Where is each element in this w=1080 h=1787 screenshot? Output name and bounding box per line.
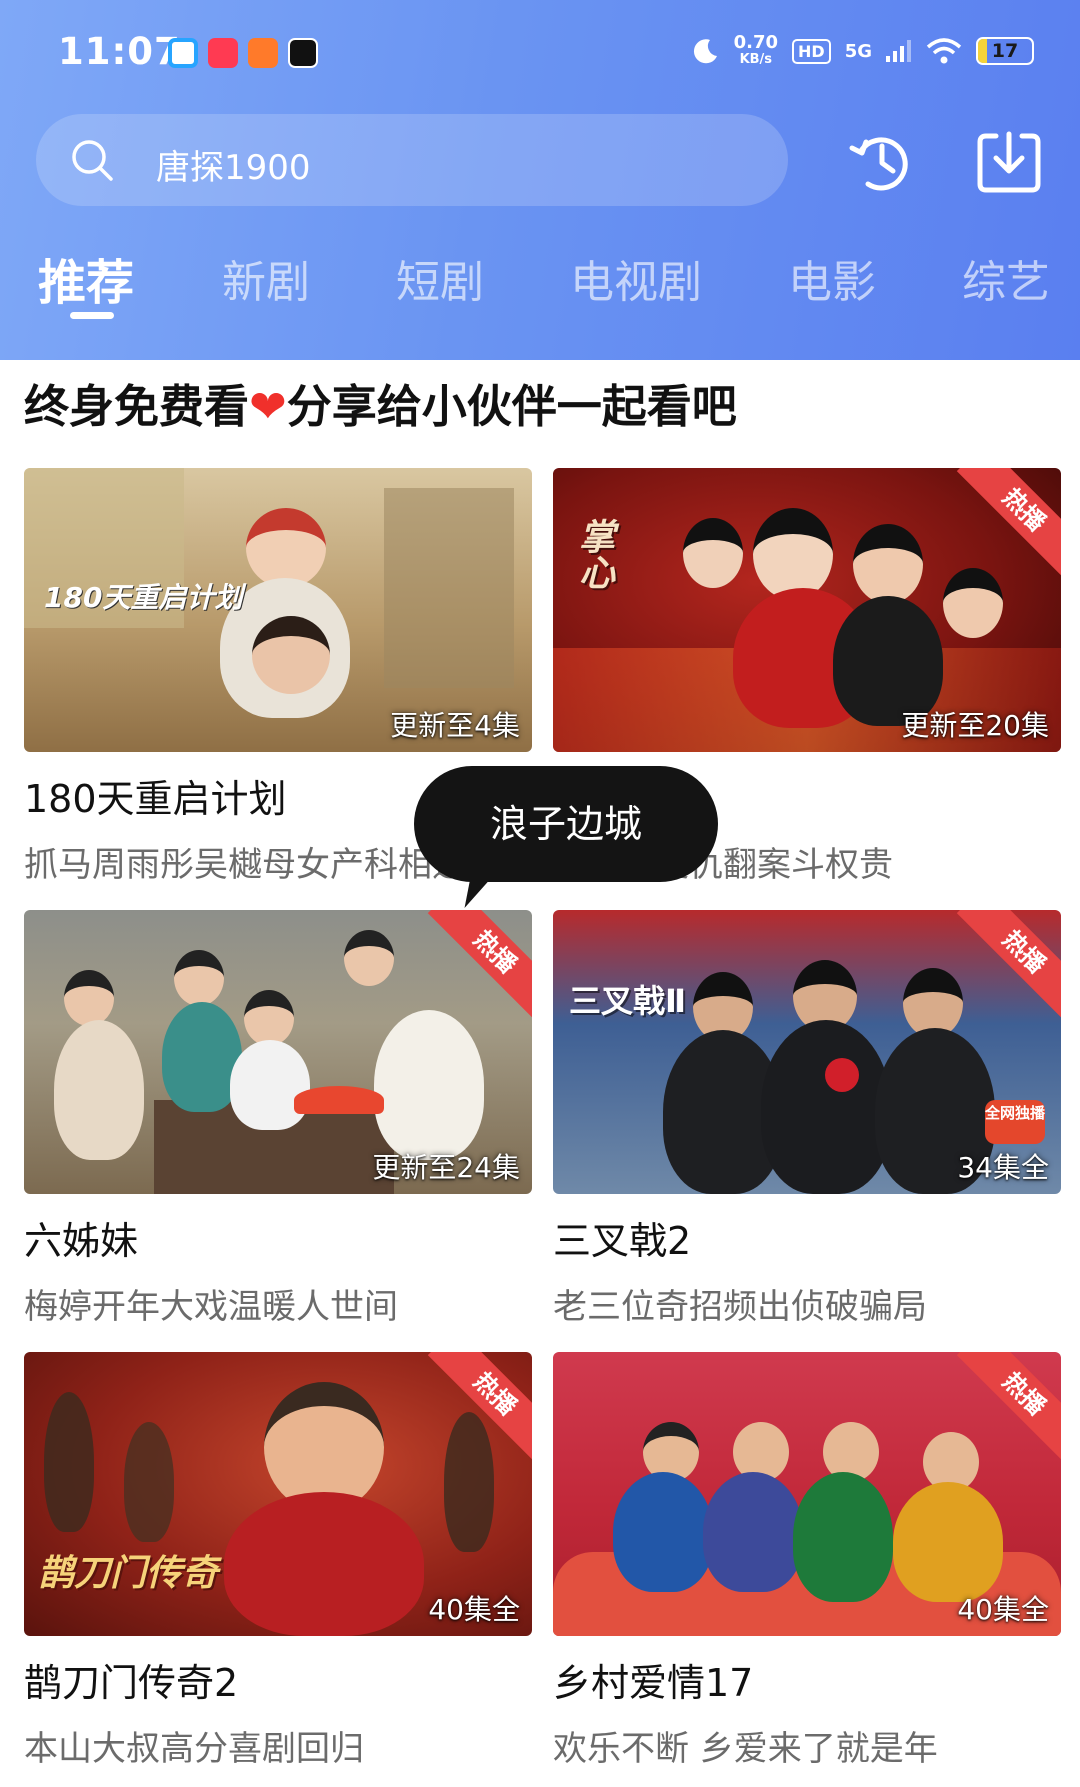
actor-figure [703,1472,803,1592]
actor-figure [761,1020,891,1194]
tab-tv-series[interactable]: 电视剧 [570,246,702,310]
actor-head [64,970,114,1026]
heart-icon: ❤ [249,380,287,433]
tab-movies[interactable]: 电影 [788,246,876,310]
moon-icon [693,39,717,64]
actor-figure [793,1472,893,1602]
status-indicators: 0.70 KB/s HD 5G 17 [690,34,1034,68]
show-subtitle: 老三位奇招频出侦破骗局 [553,1287,927,1327]
wifi-icon [926,38,962,64]
episode-label: 40集全 [428,1593,520,1626]
search-bar[interactable]: 唐探1900 [36,114,788,206]
actor-head [753,508,833,600]
show-thumbnail[interactable]: 热播 40集全 [553,1352,1061,1636]
tab-recommend[interactable]: 推荐 [38,243,134,313]
network-type: 5G [844,40,872,62]
show-subtitle: 梅婷开年大戏温暖人世间 [24,1287,398,1327]
battery-level: 17 [991,40,1019,62]
exclusive-badge: 全网独播 [985,1100,1045,1144]
actor-figure [44,1392,94,1532]
active-tab-indicator [70,312,114,319]
episode-label: 更新至20集 [901,709,1049,742]
status-time: 11:07 [58,30,181,73]
status-bar: 11:07 0.70 KB/s HD 5G 17 [0,0,1080,110]
show-subtitle: 本山大叔高分喜剧回归 [24,1729,364,1769]
network-speed-value: 0.70 [733,32,779,53]
show-thumbnail[interactable]: 180天重启计划 更新至4集 [24,468,532,752]
history-icon[interactable] [846,126,916,196]
tab-variety[interactable]: 综艺 [962,246,1050,310]
actor-figure [224,1492,424,1636]
show-card-country-love-17[interactable]: 热播 40集全 乡村爱情17 欢乐不断 乡爱来了就是年 [553,1352,1061,1770]
actor-figure [444,1412,494,1552]
capcut-icon [288,38,318,68]
actor-head [683,518,743,588]
hd-badge: HD [792,38,831,64]
promo-banner-text[interactable]: 终身免费看❤分享给小伙伴一起看吧 [24,370,737,435]
show-card-trident-2[interactable]: 三叉戟Ⅱ 全网独播 热播 34集全 三叉戟2 老三位奇招频出侦破骗局 [553,910,1061,1328]
show-thumbnail[interactable]: 鹊刀门传奇 热播 40集全 [24,1352,532,1636]
search-hint-text: 唐探1900 [156,148,311,188]
tab-short-drama[interactable]: 短剧 [396,246,484,310]
promo-text-part2: 分享给小伙伴一起看吧 [286,380,737,433]
notification-app-icons [168,38,318,68]
watermelon-slices [294,1086,384,1114]
tooltip-bubble: 浪子边城 [414,766,718,882]
show-card-queedao-2[interactable]: 鹊刀门传奇 热播 40集全 鹊刀门传奇2 本山大叔高分喜剧回归 [24,1352,532,1770]
actor-head [853,524,923,604]
show-title[interactable]: 乡村爱情17 [553,1652,1061,1707]
actor-head [174,950,224,1006]
episode-label: 更新至4集 [390,709,520,742]
actor-figure [230,1040,310,1130]
actor-figure [893,1482,1003,1602]
top-header: 11:07 0.70 KB/s HD 5G 17 唐探1900 推荐 新剧 短剧… [0,0,1080,360]
show-title-art: 鹊刀门传奇 [38,1553,219,1594]
actor-head [943,568,1003,638]
show-title[interactable]: 三叉戟2 [553,1210,1061,1265]
red-flower-icon [825,1058,859,1092]
actor-figure [613,1472,713,1592]
episode-label: 40集全 [957,1593,1049,1626]
actor-figure [124,1422,174,1542]
episode-label: 34集全 [957,1151,1049,1184]
show-title-art: 三叉戟Ⅱ [569,982,687,1020]
app-icon-2 [208,38,238,68]
category-tabs: 推荐 新剧 短剧 电视剧 电影 综艺 [0,246,1080,326]
actor-figure [54,1020,144,1160]
actor-figure [374,1010,484,1160]
tab-new-drama[interactable]: 新剧 [222,246,310,310]
episode-label: 更新至24集 [372,1151,520,1184]
show-thumbnail[interactable]: 掌心 热播 更新至20集 [553,468,1061,752]
search-icon [72,140,113,181]
show-thumbnail[interactable]: 热播 更新至24集 [24,910,532,1194]
app-icon-3 [248,38,278,68]
app-icon-1 [168,38,198,68]
show-title-art: 掌心 [573,518,614,590]
signal-icon [886,40,911,62]
show-subtitle: 欢乐不断 乡爱来了就是年 [553,1729,938,1769]
actor-head [244,990,294,1046]
battery-icon: 17 [976,37,1034,65]
show-title[interactable]: 六姊妹 [24,1210,532,1265]
actor-head [344,930,394,986]
show-title[interactable]: 鹊刀门传奇2 [24,1652,532,1707]
promo-text-part1: 终身免费看 [24,380,250,433]
kitchen-shelf [384,488,514,688]
network-speed: 0.70 KB/s [734,34,778,68]
show-card-six-sisters[interactable]: 热播 更新至24集 六姊妹 梅婷开年大戏温暖人世间 [24,910,532,1328]
download-icon[interactable] [974,126,1044,196]
network-speed-unit: KB/s [739,52,773,67]
show-thumbnail[interactable]: 三叉戟Ⅱ 全网独播 热播 34集全 [553,910,1061,1194]
actor-head [246,508,326,588]
actor-head [252,616,330,694]
show-title-art: 180天重启计划 [44,581,243,614]
